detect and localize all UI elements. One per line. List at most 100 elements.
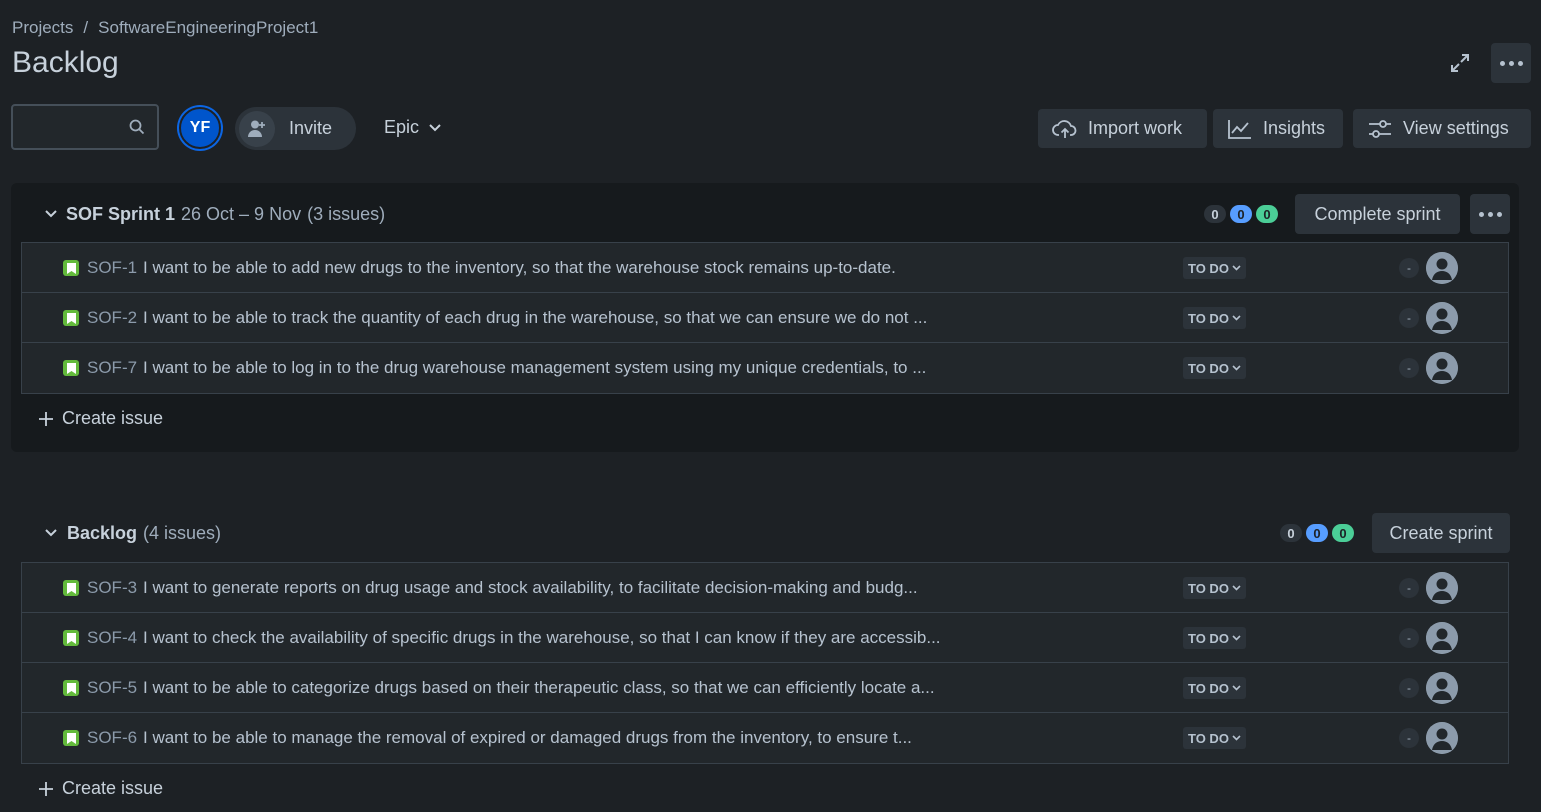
chevron-down-icon: [1232, 585, 1241, 591]
issue-summary: I want to be able to manage the removal …: [143, 728, 912, 747]
page-more-button[interactable]: [1491, 43, 1531, 83]
unassigned-avatar-icon[interactable]: [1426, 352, 1458, 384]
breadcrumb-projects-link[interactable]: Projects: [12, 18, 73, 38]
issue-row[interactable]: SOF-7 I want to be able to log in to the…: [22, 343, 1508, 393]
story-icon: [63, 310, 79, 326]
status-dropdown[interactable]: TO DO: [1183, 577, 1246, 599]
in-progress-count-badge: 0: [1230, 205, 1252, 223]
sprint-name: SOF Sprint 1: [66, 203, 176, 224]
status-dropdown[interactable]: TO DO: [1183, 357, 1246, 379]
story-icon: [63, 630, 79, 646]
unassigned-avatar-icon[interactable]: [1426, 302, 1458, 334]
cloud-upload-icon: [1052, 119, 1077, 138]
status-label: TO DO: [1188, 630, 1229, 646]
chevron-down-icon[interactable]: [45, 210, 57, 218]
todo-count-badge: 0: [1280, 524, 1302, 542]
epic-filter-dropdown[interactable]: Epic: [384, 117, 441, 138]
issue-summary: I want to be able to log in to the drug …: [143, 358, 927, 377]
story-points-badge[interactable]: -: [1399, 678, 1419, 698]
sprint-header[interactable]: SOF Sprint 1 26 Oct – 9 Nov (3 issues) 0 0…: [11, 194, 1519, 234]
sprint-title: SOF Sprint 1 26 Oct – 9 Nov (3 issues): [66, 204, 385, 225]
issue-key[interactable]: SOF-6: [87, 728, 137, 748]
issue-row[interactable]: SOF-3 I want to generate reports on drug…: [22, 563, 1508, 613]
issue-summary: I want to check the availability of spec…: [143, 628, 941, 647]
issue-key[interactable]: SOF-2: [87, 308, 137, 328]
status-dropdown[interactable]: TO DO: [1183, 257, 1246, 279]
todo-count-badge: 0: [1204, 205, 1226, 223]
more-icon: [1478, 211, 1502, 217]
view-settings-button[interactable]: View settings: [1353, 109, 1531, 148]
backlog-issue-count: (4 issues): [143, 522, 222, 543]
status-dropdown[interactable]: TO DO: [1183, 307, 1246, 329]
issue-row[interactable]: SOF-2 I want to be able to track the qua…: [22, 293, 1508, 343]
issue-summary: I want to be able to track the quantity …: [143, 308, 928, 327]
issue-key[interactable]: SOF-5: [87, 678, 137, 698]
create-issue-button[interactable]: Create issue: [38, 408, 163, 429]
unassigned-avatar-icon[interactable]: [1426, 672, 1458, 704]
status-label: TO DO: [1188, 310, 1229, 326]
story-icon: [63, 680, 79, 696]
complete-sprint-button[interactable]: Complete sprint: [1295, 194, 1460, 234]
chevron-down-icon[interactable]: [45, 529, 57, 537]
unassigned-avatar-icon[interactable]: [1426, 722, 1458, 754]
invite-label: Invite: [289, 118, 333, 138]
plus-icon: [39, 781, 53, 796]
story-points-badge[interactable]: -: [1399, 578, 1419, 598]
issue-key[interactable]: SOF-7: [87, 358, 137, 378]
expand-icon: [1451, 54, 1469, 72]
chevron-down-icon: [1232, 315, 1241, 321]
unassigned-avatar-icon[interactable]: [1426, 572, 1458, 604]
search-input[interactable]: [21, 106, 135, 150]
status-dropdown[interactable]: TO DO: [1183, 627, 1246, 649]
page-title: Backlog: [12, 46, 119, 79]
chevron-down-icon: [1232, 685, 1241, 691]
story-points-badge[interactable]: -: [1399, 358, 1419, 378]
issue-row[interactable]: SOF-5 I want to be able to categorize dr…: [22, 663, 1508, 713]
create-issue-label: Create issue: [62, 778, 164, 798]
issue-key[interactable]: SOF-3: [87, 578, 137, 598]
breadcrumb-project-link[interactable]: SoftwareEngineeringProject1: [98, 18, 318, 38]
issue-row[interactable]: SOF-4 I want to check the availability o…: [22, 613, 1508, 663]
issue-summary: I want to be able to add new drugs to th…: [143, 258, 896, 277]
backlog-title: Backlog (4 issues): [67, 523, 221, 544]
search-field[interactable]: [11, 104, 159, 150]
story-points-badge[interactable]: -: [1399, 728, 1419, 748]
breadcrumb: Projects / SoftwareEngineeringProject1: [12, 18, 318, 38]
sprint-more-button[interactable]: [1470, 194, 1510, 234]
backlog-header[interactable]: Backlog (4 issues) 0 0 0 Create sprint: [11, 513, 1519, 553]
issue-row[interactable]: SOF-6 I want to be able to manage the re…: [22, 713, 1508, 763]
issue-summary: I want to be able to categorize drugs ba…: [143, 678, 935, 697]
search-icon: [129, 119, 145, 135]
chart-line-icon: [1228, 119, 1251, 139]
status-dropdown[interactable]: TO DO: [1183, 727, 1246, 749]
story-icon: [63, 360, 79, 376]
invite-button[interactable]: Invite: [235, 107, 356, 150]
issue-key[interactable]: SOF-4: [87, 628, 137, 648]
breadcrumb-separator: /: [83, 18, 89, 37]
unassigned-avatar-icon[interactable]: [1426, 622, 1458, 654]
status-label: TO DO: [1188, 360, 1229, 376]
import-work-button[interactable]: Import work: [1038, 109, 1207, 148]
status-dropdown[interactable]: TO DO: [1183, 677, 1246, 699]
unassigned-avatar-icon[interactable]: [1426, 252, 1458, 284]
chevron-down-icon: [1232, 265, 1241, 271]
sprint-dates: 26 Oct – 9 Nov: [181, 203, 302, 224]
create-issue-button[interactable]: Create issue: [38, 778, 163, 799]
story-points-badge[interactable]: -: [1399, 628, 1419, 648]
fullscreen-button[interactable]: [1442, 46, 1478, 80]
issue-key[interactable]: SOF-1: [87, 258, 137, 278]
chevron-down-icon: [1232, 735, 1241, 741]
issue-row[interactable]: SOF-1 I want to be able to add new drugs…: [22, 243, 1508, 293]
user-avatar[interactable]: YF: [179, 107, 221, 149]
backlog-issue-list: SOF-3 I want to generate reports on drug…: [21, 562, 1509, 764]
backlog-name: Backlog: [67, 522, 138, 543]
create-sprint-button[interactable]: Create sprint: [1372, 513, 1510, 553]
import-work-label: Import work: [1088, 118, 1183, 138]
story-icon: [63, 580, 79, 596]
story-points-badge[interactable]: -: [1399, 308, 1419, 328]
done-count-badge: 0: [1256, 205, 1278, 223]
insights-button[interactable]: Insights: [1213, 109, 1343, 148]
story-points-badge[interactable]: -: [1399, 258, 1419, 278]
sliders-icon: [1369, 119, 1391, 138]
create-issue-label: Create issue: [62, 408, 164, 428]
